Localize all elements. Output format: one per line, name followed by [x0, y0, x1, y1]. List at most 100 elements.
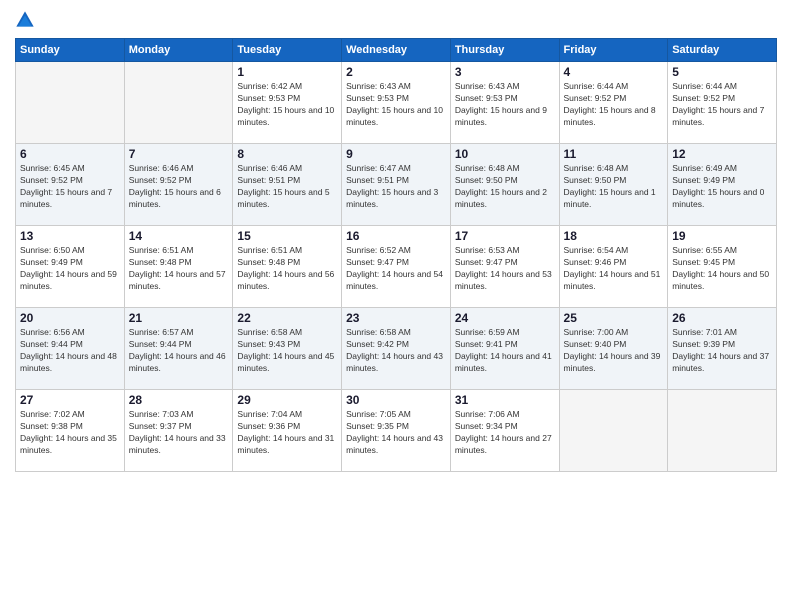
day-number: 13	[20, 229, 120, 243]
day-number: 1	[237, 65, 337, 79]
calendar-cell	[668, 390, 777, 472]
day-info: Sunrise: 6:59 AMSunset: 9:41 PMDaylight:…	[455, 327, 555, 375]
calendar-cell: 22 Sunrise: 6:58 AMSunset: 9:43 PMDayligh…	[233, 308, 342, 390]
day-info: Sunrise: 6:48 AMSunset: 9:50 PMDaylight:…	[564, 163, 664, 211]
calendar-cell: 3 Sunrise: 6:43 AMSunset: 9:53 PMDaylight…	[450, 62, 559, 144]
calendar-cell: 5Sunrise: 6:44 AMSunset: 9:52 PMDaylight…	[668, 62, 777, 144]
day-info: Sunrise: 6:51 AMSunset: 9:48 PMDaylight:…	[237, 245, 337, 293]
weekday-header: Thursday	[450, 39, 559, 62]
calendar-cell	[124, 62, 233, 144]
day-number: 15	[237, 229, 337, 243]
calendar-cell: 24 Sunrise: 6:59 AMSunset: 9:41 PMDayligh…	[450, 308, 559, 390]
calendar-cell: 12Sunrise: 6:49 AMSunset: 9:49 PMDayligh…	[668, 144, 777, 226]
day-number: 5	[672, 65, 772, 79]
header	[15, 10, 777, 30]
weekday-header: Saturday	[668, 39, 777, 62]
calendar-cell: 25 Sunrise: 7:00 AMSunset: 9:40 PMDayligh…	[559, 308, 668, 390]
day-number: 17	[455, 229, 555, 243]
calendar-cell: 13Sunrise: 6:50 AMSunset: 9:49 PMDayligh…	[16, 226, 125, 308]
calendar-cell	[559, 390, 668, 472]
calendar-week-row: 6 Sunrise: 6:45 AMSunset: 9:52 PMDaylight…	[16, 144, 777, 226]
weekday-header: Friday	[559, 39, 668, 62]
day-number: 3	[455, 65, 555, 79]
day-info: Sunrise: 7:02 AMSunset: 9:38 PMDaylight:…	[20, 409, 120, 457]
calendar-cell: 14 Sunrise: 6:51 AMSunset: 9:48 PMDayligh…	[124, 226, 233, 308]
day-number: 21	[129, 311, 229, 325]
calendar-cell: 4 Sunrise: 6:44 AMSunset: 9:52 PMDaylight…	[559, 62, 668, 144]
calendar-week-row: 1Sunrise: 6:42 AMSunset: 9:53 PMDaylight…	[16, 62, 777, 144]
day-number: 28	[129, 393, 229, 407]
calendar-cell	[16, 62, 125, 144]
day-number: 10	[455, 147, 555, 161]
weekday-header: Monday	[124, 39, 233, 62]
day-info: Sunrise: 6:47 AMSunset: 9:51 PMDaylight:…	[346, 163, 446, 211]
calendar-cell: 18Sunrise: 6:54 AMSunset: 9:46 PMDayligh…	[559, 226, 668, 308]
calendar-cell: 1Sunrise: 6:42 AMSunset: 9:53 PMDaylight…	[233, 62, 342, 144]
calendar-week-row: 20 Sunrise: 6:56 AMSunset: 9:44 PMDayligh…	[16, 308, 777, 390]
calendar-cell: 15 Sunrise: 6:51 AMSunset: 9:48 PMDayligh…	[233, 226, 342, 308]
calendar-cell: 28 Sunrise: 7:03 AMSunset: 9:37 PMDayligh…	[124, 390, 233, 472]
day-number: 8	[237, 147, 337, 161]
day-info: Sunrise: 7:04 AMSunset: 9:36 PMDaylight:…	[237, 409, 337, 457]
calendar-cell: 17Sunrise: 6:53 AMSunset: 9:47 PMDayligh…	[450, 226, 559, 308]
day-number: 18	[564, 229, 664, 243]
day-number: 11	[564, 147, 664, 161]
day-number: 23	[346, 311, 446, 325]
day-number: 9	[346, 147, 446, 161]
day-number: 20	[20, 311, 120, 325]
day-number: 27	[20, 393, 120, 407]
day-info: Sunrise: 7:01 AMSunset: 9:39 PMDaylight:…	[672, 327, 772, 375]
calendar-cell: 20 Sunrise: 6:56 AMSunset: 9:44 PMDayligh…	[16, 308, 125, 390]
page: SundayMondayTuesdayWednesdayThursdayFrid…	[0, 0, 792, 612]
day-info: Sunrise: 7:00 AMSunset: 9:40 PMDaylight:…	[564, 327, 664, 375]
day-info: Sunrise: 6:56 AMSunset: 9:44 PMDaylight:…	[20, 327, 120, 375]
day-info: Sunrise: 6:51 AMSunset: 9:48 PMDaylight:…	[129, 245, 229, 293]
day-number: 19	[672, 229, 772, 243]
weekday-header-row: SundayMondayTuesdayWednesdayThursdayFrid…	[16, 39, 777, 62]
day-info: Sunrise: 6:43 AMSunset: 9:53 PMDaylight:…	[455, 81, 555, 129]
day-info: Sunrise: 6:44 AMSunset: 9:52 PMDaylight:…	[564, 81, 664, 129]
day-number: 24	[455, 311, 555, 325]
calendar-cell: 31Sunrise: 7:06 AMSunset: 9:34 PMDayligh…	[450, 390, 559, 472]
calendar: SundayMondayTuesdayWednesdayThursdayFrid…	[15, 38, 777, 472]
day-number: 14	[129, 229, 229, 243]
day-info: Sunrise: 6:43 AMSunset: 9:53 PMDaylight:…	[346, 81, 446, 129]
day-info: Sunrise: 6:49 AMSunset: 9:49 PMDaylight:…	[672, 163, 772, 211]
day-number: 25	[564, 311, 664, 325]
day-number: 7	[129, 147, 229, 161]
day-number: 29	[237, 393, 337, 407]
calendar-cell: 9 Sunrise: 6:47 AMSunset: 9:51 PMDaylight…	[342, 144, 451, 226]
day-number: 4	[564, 65, 664, 79]
day-number: 30	[346, 393, 446, 407]
logo-icon	[15, 10, 35, 30]
calendar-cell: 10 Sunrise: 6:48 AMSunset: 9:50 PMDayligh…	[450, 144, 559, 226]
calendar-cell: 6 Sunrise: 6:45 AMSunset: 9:52 PMDaylight…	[16, 144, 125, 226]
day-number: 31	[455, 393, 555, 407]
calendar-cell: 11 Sunrise: 6:48 AMSunset: 9:50 PMDayligh…	[559, 144, 668, 226]
calendar-cell: 26 Sunrise: 7:01 AMSunset: 9:39 PMDayligh…	[668, 308, 777, 390]
day-info: Sunrise: 6:48 AMSunset: 9:50 PMDaylight:…	[455, 163, 555, 211]
weekday-header: Tuesday	[233, 39, 342, 62]
logo	[15, 10, 39, 30]
calendar-cell: 23 Sunrise: 6:58 AMSunset: 9:42 PMDayligh…	[342, 308, 451, 390]
day-number: 26	[672, 311, 772, 325]
calendar-cell: 21 Sunrise: 6:57 AMSunset: 9:44 PMDayligh…	[124, 308, 233, 390]
day-number: 6	[20, 147, 120, 161]
day-number: 22	[237, 311, 337, 325]
day-info: Sunrise: 6:58 AMSunset: 9:43 PMDaylight:…	[237, 327, 337, 375]
calendar-cell: 30Sunrise: 7:05 AMSunset: 9:35 PMDayligh…	[342, 390, 451, 472]
weekday-header: Wednesday	[342, 39, 451, 62]
day-info: Sunrise: 6:52 AMSunset: 9:47 PMDaylight:…	[346, 245, 446, 293]
day-info: Sunrise: 6:57 AMSunset: 9:44 PMDaylight:…	[129, 327, 229, 375]
calendar-week-row: 27 Sunrise: 7:02 AMSunset: 9:38 PMDayligh…	[16, 390, 777, 472]
day-info: Sunrise: 6:55 AMSunset: 9:45 PMDaylight:…	[672, 245, 772, 293]
day-info: Sunrise: 6:45 AMSunset: 9:52 PMDaylight:…	[20, 163, 120, 211]
calendar-cell: 8 Sunrise: 6:46 AMSunset: 9:51 PMDaylight…	[233, 144, 342, 226]
weekday-header: Sunday	[16, 39, 125, 62]
day-info: Sunrise: 6:46 AMSunset: 9:52 PMDaylight:…	[129, 163, 229, 211]
day-info: Sunrise: 6:58 AMSunset: 9:42 PMDaylight:…	[346, 327, 446, 375]
day-info: Sunrise: 7:03 AMSunset: 9:37 PMDaylight:…	[129, 409, 229, 457]
calendar-cell: 29 Sunrise: 7:04 AMSunset: 9:36 PMDayligh…	[233, 390, 342, 472]
day-info: Sunrise: 6:46 AMSunset: 9:51 PMDaylight:…	[237, 163, 337, 211]
day-number: 2	[346, 65, 446, 79]
